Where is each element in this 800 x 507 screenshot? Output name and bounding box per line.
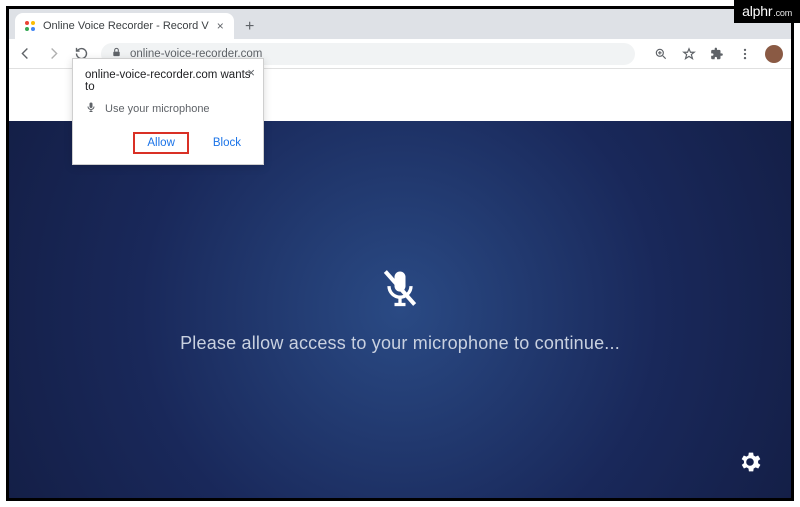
tab-title: Online Voice Recorder - Record V <box>43 20 209 32</box>
allow-button[interactable]: Allow <box>133 132 188 154</box>
new-tab-button[interactable]: + <box>238 15 262 39</box>
permission-request-row: Use your microphone <box>85 101 251 116</box>
tab-close-button[interactable]: × <box>215 19 226 33</box>
extensions-icon[interactable] <box>709 46 725 62</box>
profile-avatar[interactable] <box>765 45 783 63</box>
watermark-brand: alphr <box>742 3 772 19</box>
forward-button[interactable] <box>45 46 61 62</box>
block-button[interactable]: Block <box>203 133 251 153</box>
toolbar-right <box>653 45 783 63</box>
page-content: Please allow access to your microphone t… <box>9 121 791 498</box>
zoom-icon[interactable] <box>653 46 669 62</box>
permission-message: Please allow access to your microphone t… <box>180 333 620 354</box>
permission-actions: Allow Block <box>85 132 251 154</box>
settings-button[interactable] <box>737 449 763 480</box>
watermark-suffix: .com <box>773 8 792 18</box>
mic-muted-icon <box>378 266 422 315</box>
permission-request-text: Use your microphone <box>105 103 210 115</box>
watermark: alphr.com <box>734 0 800 23</box>
permission-title: online-voice-recorder.com wants to <box>85 69 251 93</box>
browser-tab[interactable]: Online Voice Recorder - Record V × <box>15 13 234 39</box>
microphone-icon <box>85 101 97 116</box>
menu-icon[interactable] <box>737 46 753 62</box>
back-button[interactable] <box>17 46 33 62</box>
tab-strip: Online Voice Recorder - Record V × + <box>9 9 791 39</box>
favicon-icon <box>23 19 37 33</box>
bookmark-icon[interactable] <box>681 46 697 62</box>
permission-dialog: × online-voice-recorder.com wants to Use… <box>72 58 264 165</box>
dialog-close-button[interactable]: × <box>247 65 255 80</box>
